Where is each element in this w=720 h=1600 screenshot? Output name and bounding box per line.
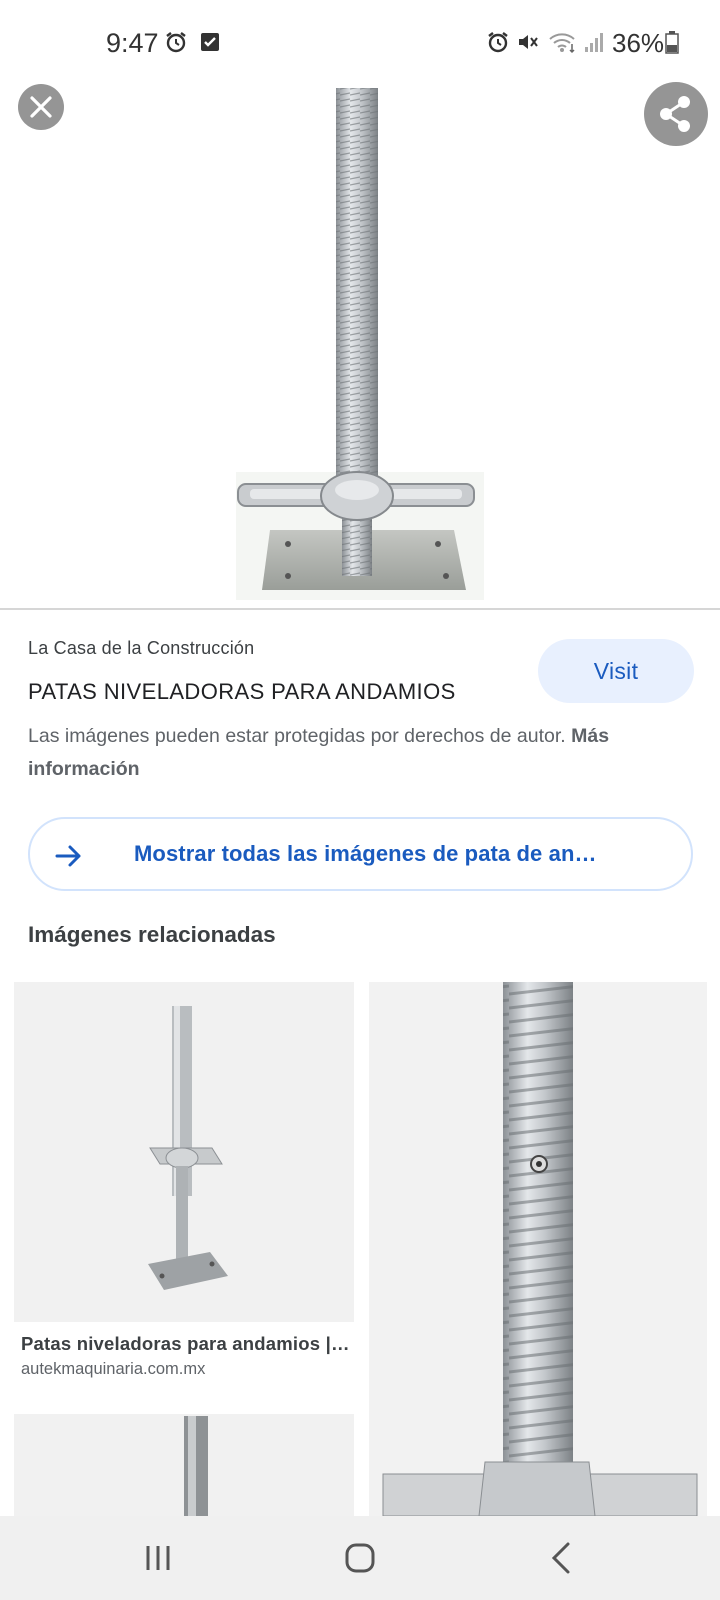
related-image-1-title[interactable]: Patas niveladoras para andamios |… [21, 1333, 350, 1355]
source-name[interactable]: La Casa de la Construcción [28, 638, 254, 659]
show-all-label: Mostrar todas las imágenes de pata de an… [134, 841, 597, 866]
battery-icon [665, 31, 679, 54]
share-icon [660, 96, 690, 132]
related-image-1-domain: autekmaquinaria.com.mx [21, 1360, 206, 1378]
hero-image[interactable] [0, 60, 720, 610]
battery-percent: 36% [612, 28, 665, 58]
mute-icon [519, 35, 538, 49]
image-title[interactable]: PATAS NIVELADORAS PARA ANDAMIOS [28, 679, 456, 705]
leveling-jack-photo [236, 88, 484, 600]
recents-icon[interactable] [140, 1540, 176, 1576]
close-button[interactable] [18, 84, 64, 130]
copyright-notice: Las imágenes pueden estar protegidas por… [28, 720, 678, 786]
threaded-rod-closeup [369, 982, 707, 1516]
system-nav-bar [0, 1516, 720, 1600]
related-image-1[interactable] [14, 982, 354, 1322]
copyright-text: Las imágenes pueden estar protegidas por… [28, 725, 566, 747]
show-all-images-button[interactable]: Mostrar todas las imágenes de pata de an… [28, 817, 693, 891]
alarm-icon [488, 32, 508, 53]
alarm-icon [166, 32, 186, 53]
signal-icon [585, 33, 603, 52]
checkbox-icon [201, 33, 219, 51]
wifi-icon [549, 33, 575, 54]
leveling-jack-thumbnail [148, 1006, 228, 1290]
threaded-rod-thumbnail [184, 1416, 208, 1516]
close-icon [30, 96, 52, 118]
back-icon[interactable] [544, 1540, 580, 1576]
related-image-2[interactable] [369, 982, 707, 1516]
status-time: 9:47 [106, 28, 159, 58]
share-button[interactable] [644, 82, 708, 146]
arrow-right-icon [55, 845, 81, 867]
visit-button[interactable]: Visit [538, 639, 694, 703]
related-image-3[interactable] [14, 1414, 354, 1516]
related-images-heading: Imágenes relacionadas [28, 922, 276, 947]
home-icon[interactable] [342, 1540, 378, 1576]
